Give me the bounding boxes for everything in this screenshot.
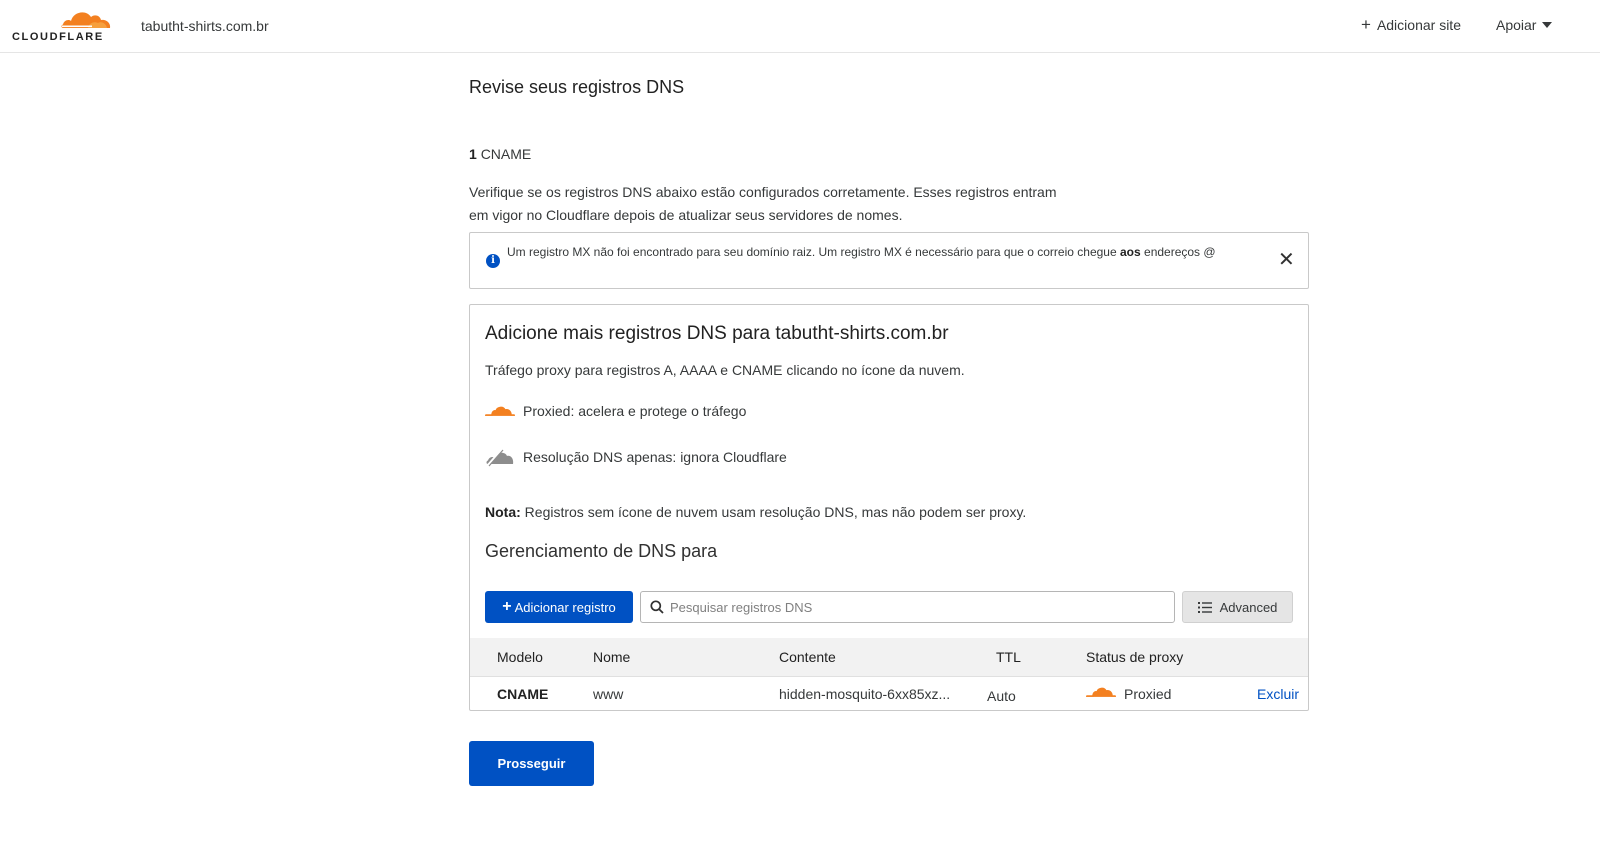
dns-management-title: Gerenciamento de DNS para bbox=[485, 541, 718, 561]
table-row[interactable]: CNAME www hidden-mosquito-6xx85xz... Aut… bbox=[470, 677, 1308, 710]
record-name: www bbox=[593, 686, 624, 702]
search-dns-input[interactable] bbox=[670, 599, 1150, 615]
column-header-content[interactable]: Contente bbox=[779, 649, 836, 665]
column-header-type[interactable]: Modelo bbox=[497, 649, 543, 665]
proxied-cloud-icon bbox=[1086, 687, 1116, 697]
dns-only-legend-text: Resolução DNS apenas: ignora Cloudflare bbox=[523, 449, 787, 465]
add-record-label: Adicionar registro bbox=[514, 599, 616, 615]
advanced-button[interactable]: Advanced bbox=[1182, 591, 1293, 623]
review-description: Verifique se os registros DNS abaixo est… bbox=[469, 184, 1057, 223]
support-label: Apoiar bbox=[1496, 17, 1537, 33]
page-title: Revise seus registros DNS bbox=[469, 77, 685, 97]
record-count: 1 bbox=[469, 146, 477, 162]
top-navigation-bar: CLOUDFLARE tabutht-shirts.com.br + Adici… bbox=[0, 0, 1600, 53]
legend-proxied: Proxied: acelera e protege o tráfego bbox=[485, 403, 746, 419]
cloud-note: Nota: Registros sem ícone de nuvem usam … bbox=[485, 504, 1026, 520]
plus-icon: + bbox=[502, 598, 512, 615]
close-icon[interactable]: ✕ bbox=[1278, 249, 1295, 271]
column-header-ttl[interactable]: TTL bbox=[996, 649, 1021, 665]
card-subtitle: Tráfego proxy para registros A, AAAA e C… bbox=[485, 362, 965, 378]
plus-icon: + bbox=[1361, 15, 1371, 34]
record-content: hidden-mosquito-6xx85xz... bbox=[779, 686, 951, 702]
dns-records-card: Adicione mais registros DNS para tabutht… bbox=[469, 304, 1309, 711]
search-field[interactable] bbox=[640, 591, 1175, 623]
mx-notice-text-bold: aos bbox=[1119, 245, 1141, 259]
advanced-label: Advanced bbox=[1219, 599, 1278, 615]
note-label: Nota: bbox=[485, 504, 521, 520]
add-site-button[interactable]: + Adicionar site bbox=[1361, 15, 1461, 34]
list-filter-icon bbox=[1197, 601, 1212, 613]
proxied-legend-text: Proxied: acelera e protege o tráfego bbox=[523, 403, 747, 419]
column-header-proxy-status[interactable]: Status de proxy bbox=[1086, 649, 1183, 665]
mx-notice-text-start: Um registro MX não foi encontrado para s… bbox=[507, 245, 1117, 259]
add-site-label: Adicionar site bbox=[1376, 17, 1461, 33]
support-menu[interactable]: Apoiar bbox=[1496, 17, 1553, 33]
delete-record-link[interactable]: Excluir bbox=[1257, 686, 1299, 702]
mx-notice-text-end: endereços @ bbox=[1144, 245, 1216, 259]
proxied-cloud-icon bbox=[485, 406, 515, 416]
dns-only-cloud-icon bbox=[486, 449, 514, 467]
cloudflare-cloud-icon bbox=[61, 12, 111, 28]
search-icon bbox=[650, 600, 664, 614]
continue-button[interactable]: Prosseguir bbox=[469, 741, 594, 786]
column-header-name[interactable]: Nome bbox=[593, 649, 630, 665]
record-type-summary: CNAME bbox=[480, 146, 532, 162]
logo-wordmark: CLOUDFLARE bbox=[12, 31, 104, 43]
mx-notice-text: Um registro MX não foi encontrado para s… bbox=[507, 245, 1216, 259]
dns-table-header: Modelo Nome Contente TTL Status de proxy bbox=[470, 638, 1308, 677]
cloudflare-logo[interactable]: CLOUDFLARE bbox=[12, 6, 112, 46]
record-ttl: Auto bbox=[987, 688, 1016, 704]
proxy-status-text: Proxied bbox=[1124, 686, 1172, 702]
mx-record-notice: i Um registro MX não foi encontrado para… bbox=[469, 232, 1309, 289]
current-site-name: tabutht-shirts.com.br bbox=[141, 18, 269, 34]
record-proxy-status[interactable]: Proxied bbox=[1086, 684, 1172, 702]
note-text: Registros sem ícone de nuvem usam resolu… bbox=[524, 504, 1027, 520]
caret-down-icon bbox=[1542, 22, 1553, 28]
record-type: CNAME bbox=[497, 686, 549, 702]
record-count-summary: 1 CNAME bbox=[469, 146, 531, 162]
add-record-button[interactable]: + Adicionar registro bbox=[485, 591, 633, 623]
card-title: Adicione mais registros DNS para tabutht… bbox=[485, 323, 949, 344]
info-icon: i bbox=[486, 254, 500, 268]
legend-dns-only: Resolução DNS apenas: ignora Cloudflare bbox=[485, 447, 787, 467]
